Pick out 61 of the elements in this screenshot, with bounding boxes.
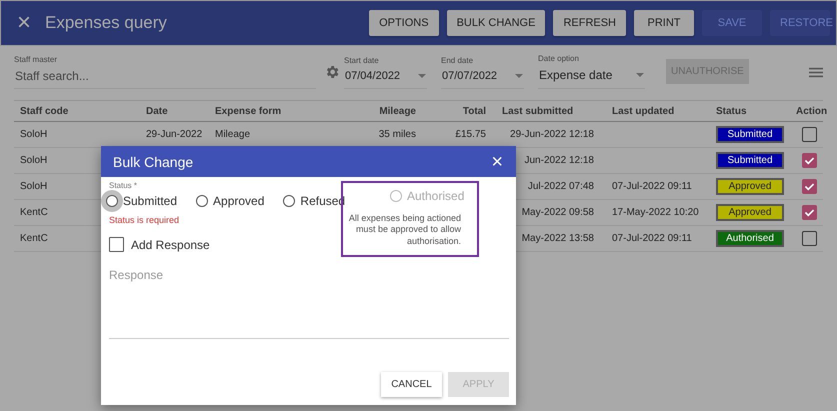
radio-option[interactable]: Submitted [101, 190, 180, 212]
table-cell: KentC [20, 233, 48, 244]
table-cell: Jun-2022 12:18 [524, 155, 594, 166]
table-cell: 29-Jun-2022 12:18 [510, 129, 594, 140]
table-cell: SoloH [20, 129, 48, 140]
table-cell: SoloH [20, 155, 48, 166]
menu-icon[interactable] [809, 67, 823, 78]
window-title: Expenses query [45, 13, 167, 33]
dialog-title: Bulk Change [113, 154, 194, 170]
column-header: Mileage [378, 106, 417, 116]
column-header: Last submitted [501, 106, 574, 116]
column-header: Action [795, 106, 828, 116]
table-cell: Mileage [215, 129, 250, 140]
field-label: End date [441, 56, 474, 65]
field-label: Date option [538, 54, 580, 63]
table-cell: 17-May-2022 10:20 [612, 207, 699, 218]
toolbar-button[interactable]: OPTIONS [369, 10, 439, 36]
close-icon[interactable]: × [491, 152, 503, 172]
column-header: Status [715, 106, 748, 116]
start-date-dropdown[interactable]: 07/04/2022 [344, 68, 427, 89]
table-cell: May-2022 13:58 [522, 233, 594, 244]
row-checkbox[interactable] [802, 127, 817, 142]
table-cell: 07-Jul-2022 09:11 [612, 233, 692, 244]
field-label: Staff master [14, 55, 58, 64]
table-cell: 29-Jun-2022 [146, 129, 202, 140]
table-cell: SoloH [20, 181, 48, 192]
column-header: Date [145, 106, 169, 116]
table-cell: 07-Jul-2022 09:11 [612, 181, 692, 192]
table-cell: May-2022 09:58 [522, 207, 594, 218]
error-message: Status is required [109, 215, 180, 225]
table-cell: 35 miles [378, 129, 416, 140]
date-option-dropdown[interactable]: Expense date [538, 66, 645, 89]
status-badge: Submitted [716, 152, 784, 169]
column-header: Total [462, 106, 487, 116]
field-label: Status * [109, 181, 138, 190]
status-badge: Approved [716, 178, 784, 195]
dialog-button[interactable]: CANCEL [381, 372, 442, 397]
column-header: Last updated [611, 106, 676, 116]
close-icon[interactable]: × [17, 11, 32, 35]
settings-icon[interactable] [324, 64, 340, 80]
table-cell: £15.75 [455, 129, 486, 140]
toolbar-button[interactable]: PRINT [634, 10, 694, 36]
status-badge: Authorised [716, 230, 784, 247]
table-cell: KentC [20, 207, 48, 218]
row-checkbox[interactable] [802, 153, 817, 168]
radio-option[interactable]: Approved [191, 190, 266, 212]
row-checkbox[interactable] [802, 179, 817, 194]
table-cell: Jul-2022 07:48 [528, 181, 594, 192]
staff-search-field[interactable]: Staff search... [14, 67, 316, 89]
status-badge: Submitted [716, 126, 784, 143]
column-header: Expense form [214, 106, 282, 116]
add-response-checkbox[interactable]: Add Response [109, 237, 249, 252]
hint-text: All expenses being actioned must be approved to allow authorisation. [348, 213, 461, 247]
row-checkbox[interactable] [802, 231, 817, 246]
field-label: Start date [344, 56, 380, 65]
end-date-dropdown[interactable]: 07/07/2022 [441, 68, 524, 89]
column-header: Staff code [19, 106, 70, 116]
toolbar-button[interactable]: REFRESH [553, 10, 626, 36]
toolbar-button[interactable]: BULK CHANGE [446, 10, 546, 36]
status-badge: Approved [716, 204, 784, 221]
row-checkbox[interactable] [802, 205, 817, 220]
